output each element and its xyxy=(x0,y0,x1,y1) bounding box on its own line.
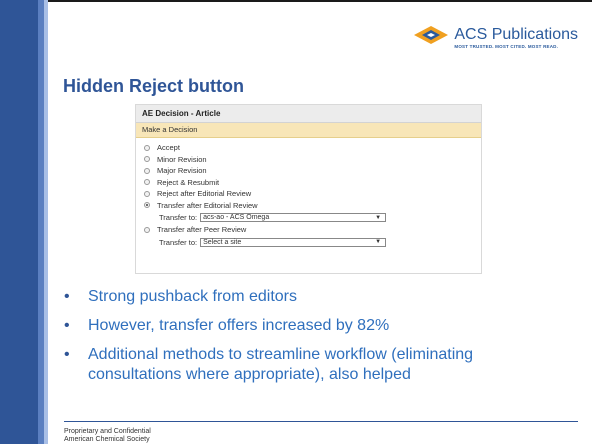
logo-name: ACS Publications xyxy=(454,26,578,43)
transfer-site-select[interactable]: acs-ao - ACS Omega ▼ xyxy=(200,213,387,222)
bullet-item: • Additional methods to streamline workf… xyxy=(64,345,564,385)
decision-options: Accept Minor Revision Major Revision Rej… xyxy=(136,138,481,249)
transfer-row-peer: Transfer to: Select a site ▼ xyxy=(144,236,481,249)
radio-button[interactable] xyxy=(144,156,150,162)
select-value: acs-ao - ACS Omega xyxy=(203,214,270,221)
bullet-text: Additional methods to streamline workflo… xyxy=(88,346,474,383)
logo-tagline: MOST TRUSTED. MOST CITED. MOST READ. xyxy=(454,44,559,49)
bullet-dot-icon: • xyxy=(64,288,70,305)
transfer-row-editorial: Transfer to: acs-ao - ACS Omega ▼ xyxy=(144,211,481,224)
footer-line-2: American Chemical Society xyxy=(64,436,150,443)
radio-button[interactable] xyxy=(144,144,150,151)
radio-button-selected[interactable] xyxy=(144,202,150,208)
select-value: Select a site xyxy=(203,238,242,246)
option-major-revision[interactable]: Major Revision xyxy=(144,165,481,176)
radio-button[interactable] xyxy=(144,179,150,185)
dialog-header: AE Decision - Article xyxy=(136,105,481,123)
radio-button[interactable] xyxy=(144,226,150,233)
option-label: Transfer after Peer Review xyxy=(157,225,247,234)
acs-logo: ACS Publications MOST TRUSTED. MOST CITE… xyxy=(414,26,578,50)
bullet-dot-icon: • xyxy=(64,346,70,363)
transfer-label: Transfer to: xyxy=(159,213,198,222)
left-accent-bar xyxy=(0,0,48,444)
dialog-subheader: Make a Decision xyxy=(136,123,481,138)
option-label: Reject after Editorial Review xyxy=(157,189,252,198)
ae-decision-dialog: AE Decision - Article Make a Decision Ac… xyxy=(135,104,482,274)
option-reject-resubmit[interactable]: Reject & Resubmit xyxy=(144,177,481,188)
radio-button[interactable] xyxy=(144,167,150,174)
option-label: Accept xyxy=(157,143,180,152)
acs-hexagon-icon xyxy=(414,26,449,44)
dropdown-arrow-icon: ▼ xyxy=(375,239,382,245)
bullet-dot-icon: • xyxy=(64,317,70,334)
dropdown-arrow-icon: ▼ xyxy=(375,214,382,221)
transfer-label: Transfer to: xyxy=(159,237,198,247)
option-label: Minor Revision xyxy=(157,154,207,164)
option-transfer-after-editorial-review[interactable]: Transfer after Editorial Review xyxy=(144,200,481,211)
footer-divider xyxy=(64,421,578,422)
option-minor-revision[interactable]: Minor Revision xyxy=(144,154,481,165)
option-reject-after-editorial-review[interactable]: Reject after Editorial Review xyxy=(144,188,481,199)
left-accent-highlight xyxy=(44,0,48,444)
option-label: Major Revision xyxy=(157,166,207,175)
bullet-text: However, transfer offers increased by 82… xyxy=(88,317,390,334)
transfer-site-select-peer[interactable]: Select a site ▼ xyxy=(200,237,387,247)
radio-button[interactable] xyxy=(144,190,150,197)
option-label: Reject & Resubmit xyxy=(157,177,220,187)
bullet-item: • Strong pushback from editors xyxy=(64,287,564,307)
bullet-item: • However, transfer offers increased by … xyxy=(64,316,564,336)
footer: Proprietary and Confidential American Ch… xyxy=(64,428,151,444)
footer-line-1: Proprietary and Confidential xyxy=(64,428,151,435)
bullet-text: Strong pushback from editors xyxy=(88,288,297,305)
option-label: Transfer after Editorial Review xyxy=(157,200,258,210)
bullet-list: • Strong pushback from editors • However… xyxy=(64,287,564,394)
option-accept[interactable]: Accept xyxy=(144,142,481,153)
option-transfer-after-peer-review[interactable]: Transfer after Peer Review xyxy=(144,224,481,235)
slide-title: Hidden Reject button xyxy=(63,76,244,96)
